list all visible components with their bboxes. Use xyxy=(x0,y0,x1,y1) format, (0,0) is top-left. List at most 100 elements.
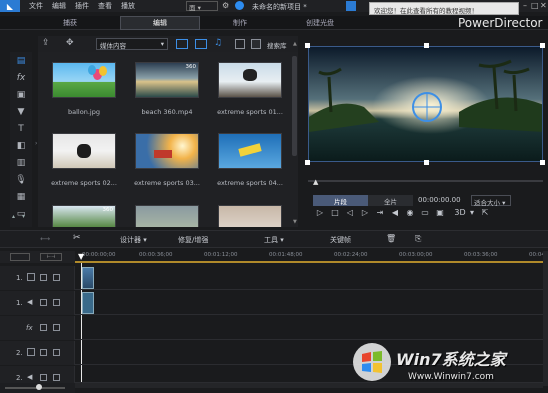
library-thumb[interactable] xyxy=(218,133,282,169)
transition-room-icon[interactable]: ◧ xyxy=(10,137,32,154)
clip-mode-button[interactable]: 片段 xyxy=(313,195,368,206)
zoom-slider-thumb[interactable] xyxy=(36,384,42,390)
track-enable-checkbox[interactable] xyxy=(40,349,47,356)
play-icon[interactable]: ▷ xyxy=(315,207,325,217)
seek-handle-icon[interactable]: ▲ xyxy=(313,178,318,186)
gear-icon[interactable]: ⚙ xyxy=(222,1,231,10)
track-enable-checkbox[interactable] xyxy=(40,299,47,306)
scroll-down-icon[interactable]: ▼ xyxy=(293,219,297,225)
library-category-select[interactable]: 媒体内容 ▾ xyxy=(96,38,168,50)
resize-handle[interactable] xyxy=(540,43,545,48)
track-lock-icon[interactable] xyxy=(53,274,60,281)
library-thumb[interactable] xyxy=(52,62,116,98)
library-thumb[interactable]: 360 xyxy=(52,205,116,227)
video-filter-icon[interactable] xyxy=(176,39,188,49)
tab-capture[interactable]: 捕获 xyxy=(40,16,100,30)
export-icon[interactable]: ⎘ xyxy=(415,234,421,244)
library-search[interactable]: 搜索库 xyxy=(267,40,287,50)
timecode-display[interactable]: 00:00:00.00 xyxy=(418,196,461,204)
3d-toggle[interactable]: 3D xyxy=(453,207,467,217)
audio-mixing-icon[interactable]: ▥ xyxy=(10,154,32,171)
menu-edit[interactable]: 编辑 xyxy=(52,1,66,11)
track-enable-checkbox[interactable] xyxy=(40,324,47,331)
library-thumb[interactable] xyxy=(52,133,116,169)
3d-dropdown-icon[interactable]: ▾ xyxy=(467,207,477,217)
display-icon[interactable]: ▣ xyxy=(435,207,445,217)
pip-room-icon[interactable]: ▣ xyxy=(10,86,32,103)
trash-icon[interactable]: 🗑 xyxy=(386,234,396,243)
tools-collapse-up-icon[interactable]: ▴ xyxy=(12,213,20,221)
track-manager-icon[interactable] xyxy=(10,253,30,261)
track-lock-icon[interactable] xyxy=(53,349,60,356)
title-room-icon[interactable]: T xyxy=(10,120,32,137)
track-lock-icon[interactable] xyxy=(53,374,60,381)
subtitle-icon[interactable]: ▭ xyxy=(420,207,430,217)
menu-play[interactable]: 播放 xyxy=(121,1,135,11)
library-thumb[interactable]: 360 xyxy=(135,62,199,98)
watermark-url: Www.Winwin7.com xyxy=(408,372,494,382)
view-mode-select[interactable]: 面 ▾ xyxy=(186,1,218,12)
fix-enhance-button[interactable]: 修复/增强 xyxy=(178,235,208,245)
plugin-icon[interactable]: ✥ xyxy=(66,38,78,49)
tools-menu[interactable]: 工具 ▾ xyxy=(264,235,284,245)
resize-handle[interactable] xyxy=(424,160,429,165)
mark-in-icon[interactable]: ⇥ xyxy=(375,207,385,217)
prev-frame-icon[interactable]: ◁ xyxy=(345,207,355,217)
library-scrollbar[interactable] xyxy=(292,56,297,156)
resize-handle[interactable] xyxy=(305,160,310,165)
resize-handle[interactable] xyxy=(424,43,429,48)
library-thumb[interactable] xyxy=(218,205,282,227)
zoom-slider[interactable] xyxy=(5,387,65,389)
grid-view-icon[interactable] xyxy=(235,39,245,49)
movie-mode-button[interactable]: 全片 xyxy=(368,195,413,206)
next-frame-icon[interactable]: ▷ xyxy=(360,207,370,217)
resize-handle[interactable] xyxy=(305,43,310,48)
scroll-up-icon[interactable]: ▲ xyxy=(293,41,297,47)
designer-menu[interactable]: 设计器 ▾ xyxy=(120,235,147,245)
tab-edit[interactable]: 编辑 xyxy=(120,16,200,30)
notification-bar[interactable]: 欢迎您！在此查看所有的教程视频！ xyxy=(369,2,519,15)
menu-file[interactable]: 文件 xyxy=(29,1,43,11)
keyframe-button[interactable]: 关键帧 xyxy=(330,235,351,245)
tab-produce[interactable]: 制作 xyxy=(210,16,270,30)
fit-timeline-icon[interactable]: ⊢⊣ xyxy=(40,253,62,261)
maximize-icon[interactable]: □ xyxy=(531,1,539,10)
track-enable-checkbox[interactable] xyxy=(40,274,47,281)
timeline-clip[interactable] xyxy=(82,267,94,289)
track-enable-checkbox[interactable] xyxy=(40,374,47,381)
snapshot-icon[interactable]: ◉ xyxy=(405,207,415,217)
library-thumb[interactable] xyxy=(135,205,199,227)
import-icon[interactable]: ⇪ xyxy=(42,38,54,49)
minimize-icon[interactable]: – xyxy=(523,1,527,10)
particle-room-icon[interactable]: ▼ xyxy=(10,103,32,120)
resize-handle[interactable] xyxy=(540,160,545,165)
tools-collapse-down-icon[interactable]: ▾ xyxy=(22,213,30,221)
library-thumb[interactable] xyxy=(135,133,199,169)
badge-360: 360 xyxy=(185,64,197,70)
split-arrows-icon[interactable]: ⟷ xyxy=(40,235,50,243)
image-filter-icon[interactable] xyxy=(195,39,207,49)
preview-seekbar[interactable] xyxy=(308,180,543,182)
fit-size-select[interactable]: 适合大小 ▾ xyxy=(471,195,511,207)
fx-room-icon[interactable]: fx xyxy=(10,69,32,86)
library-thumb[interactable] xyxy=(218,62,282,98)
chapter-room-icon[interactable]: ▦ xyxy=(10,188,32,205)
track-lock-icon[interactable] xyxy=(53,324,60,331)
audio-clip[interactable] xyxy=(82,292,94,314)
voiceover-mic-icon[interactable]: 🎙 xyxy=(10,171,32,188)
playhead-icon[interactable]: ▼ xyxy=(78,252,84,261)
tab-create-disc[interactable]: 创建光盘 xyxy=(290,16,350,30)
menu-plugins[interactable]: 插件 xyxy=(75,1,89,11)
volume-icon[interactable]: ◀ xyxy=(390,207,400,217)
menu-view[interactable]: 查看 xyxy=(98,1,112,11)
preview-window[interactable] xyxy=(308,46,543,162)
help-icon[interactable] xyxy=(235,1,244,10)
library-menu-icon[interactable] xyxy=(251,39,261,49)
track-lock-icon[interactable] xyxy=(53,299,60,306)
scissors-icon[interactable]: ✂ xyxy=(73,233,81,243)
close-icon[interactable]: ✕ xyxy=(540,1,547,10)
media-room-icon[interactable]: ▤ xyxy=(10,52,32,69)
stop-icon[interactable]: □ xyxy=(330,207,340,217)
undock-icon[interactable]: ⇱ xyxy=(480,207,490,217)
audio-filter-icon[interactable]: ♫ xyxy=(214,38,224,48)
